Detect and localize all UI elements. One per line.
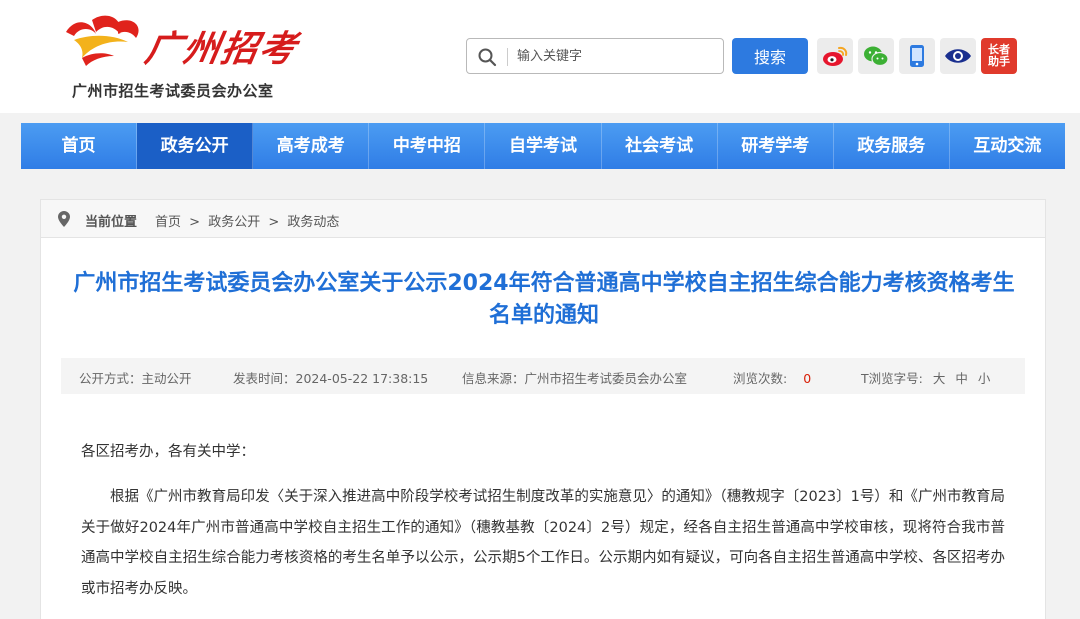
search-divider [507, 48, 508, 66]
site-header: 广州招考 广州市招生考试委员会办公室 搜索 [0, 0, 1080, 113]
meta-font-size: T浏览字号: 大中小 [861, 368, 990, 387]
eye-glyph-icon [945, 49, 971, 63]
font-size-medium-button[interactable]: 中 [955, 371, 968, 386]
eye-icon[interactable] [940, 38, 976, 74]
nav-item-graduate-exam[interactable]: 研考学考 [718, 123, 834, 169]
nav-item-government-services[interactable]: 政务服务 [834, 123, 950, 169]
meta-views-count: 0 [803, 371, 812, 386]
article-panel: 当前位置 首页 > 政务公开 > 政务动态 广州市招生考试委员会办公室关于公示2… [40, 199, 1046, 619]
logo-wordmark: 广州招考 [141, 28, 302, 70]
breadcrumb-news-link[interactable]: 政务动态 [287, 215, 339, 230]
weibo-icon[interactable] [817, 38, 853, 74]
breadcrumb: 当前位置 首页 > 政务公开 > 政务动态 [41, 200, 1045, 238]
nav-item-social-exam[interactable]: 社会考试 [602, 123, 718, 169]
article-body-paragraph: 根据《广州市教育局印发〈关于深入推进高中阶段学校考试招生制度改革的实施意见〉的通… [81, 489, 1005, 597]
nav-item-self-study-exam[interactable]: 自学考试 [485, 123, 602, 169]
font-size-large-button[interactable]: 大 [933, 371, 946, 386]
article-title: 广州市招生考试委员会办公室关于公示2024年符合普通高中学校自主招生综合能力考核… [73, 271, 1015, 328]
meta-disclosure: 公开方式：主动公开 [79, 371, 192, 386]
main-nav: 首页 政务公开 高考成考 中考中招 自学考试 社会考试 研考学考 政务服务 互动… [21, 123, 1065, 169]
font-size-small-button[interactable]: 小 [978, 371, 991, 386]
location-pin-icon [58, 211, 70, 227]
nav-item-government-affairs[interactable]: 政务公开 [137, 123, 254, 169]
elder-assist-label-line2: 助手 [988, 55, 1010, 68]
elder-assist-icon[interactable]: 长者 助手 [981, 38, 1017, 74]
meta-views-label: 浏览次数: [733, 371, 788, 386]
mobile-icon[interactable] [899, 38, 935, 74]
article-greeting: 各区招考办，各有关中学： [81, 444, 255, 460]
article-meta-bar: 公开方式：主动公开 发表时间：2024-05-22 17:38:15 信息来源：… [61, 358, 1025, 394]
breadcrumb-government-affairs-link[interactable]: 政务公开 [208, 215, 260, 230]
breadcrumb-separator: > [189, 215, 201, 230]
wechat-icon[interactable] [858, 38, 894, 74]
breadcrumb-home-link[interactable]: 首页 [155, 215, 181, 230]
meta-font-size-label: T浏览字号: [861, 371, 923, 386]
meta-views: 浏览次数: 0 [733, 368, 811, 387]
search-box [466, 38, 724, 74]
search-input[interactable] [517, 43, 717, 69]
nav-item-zhongkao[interactable]: 中考中招 [369, 123, 486, 169]
breadcrumb-separator: > [268, 215, 280, 230]
meta-source: 信息来源：广州市招生考试委员会办公室 [462, 371, 688, 386]
mobile-glyph-icon [910, 45, 924, 67]
nav-item-interaction[interactable]: 互动交流 [950, 123, 1065, 169]
meta-published-time: 发表时间：2024-05-22 17:38:15 [233, 371, 429, 386]
breadcrumb-label: 当前位置 [85, 215, 138, 230]
site-logo[interactable]: 广州招考 广州市招生考试委员会办公室 [62, 12, 301, 102]
wechat-glyph-icon [864, 46, 889, 67]
breadcrumb-trail: 首页 > 政务公开 > 政务动态 [155, 211, 343, 230]
search-icon [478, 48, 497, 67]
kapok-flower-logo-icon [66, 15, 139, 66]
search-button[interactable]: 搜索 [732, 38, 808, 74]
nav-item-gaokao[interactable]: 高考成考 [253, 123, 370, 169]
weibo-glyph-icon [823, 46, 848, 66]
org-name: 广州市招生考试委员会办公室 [72, 82, 274, 100]
nav-item-home[interactable]: 首页 [21, 123, 138, 169]
